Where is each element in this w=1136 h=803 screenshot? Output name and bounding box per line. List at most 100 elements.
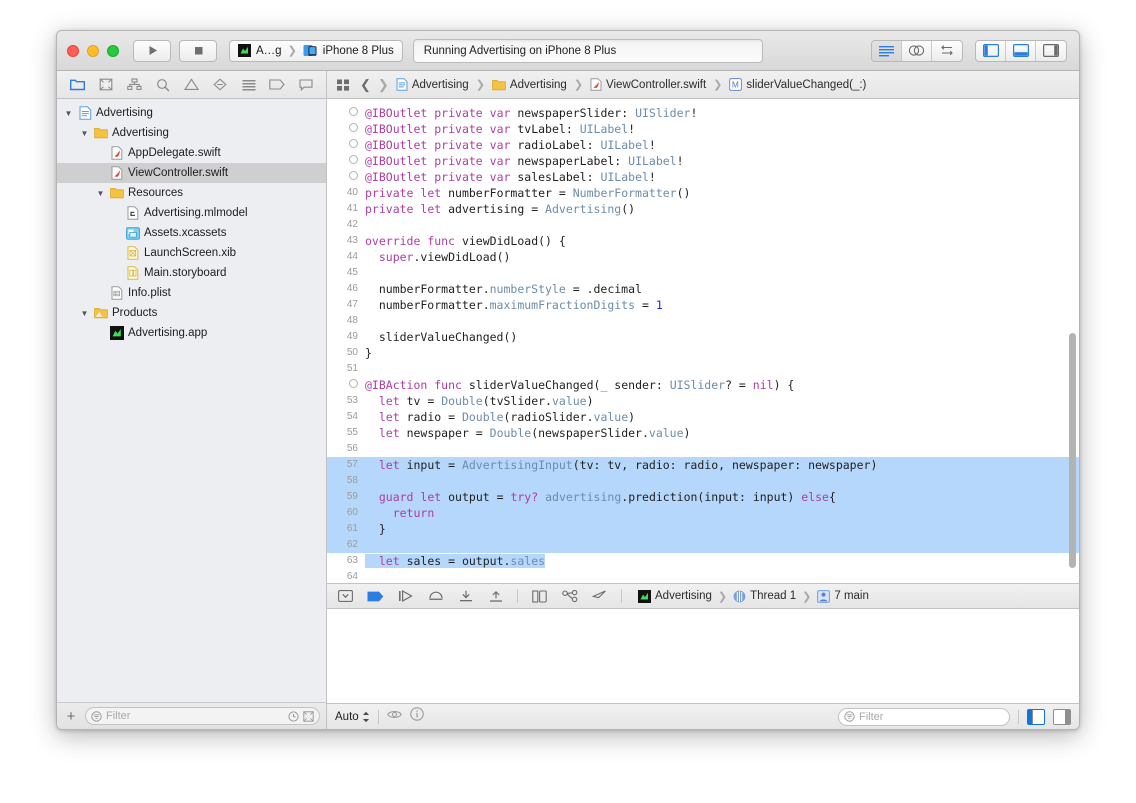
- breadcrumb-item-group[interactable]: Advertising: [492, 79, 567, 91]
- tree-item-info-plist[interactable]: ▼Info.plist: [57, 283, 326, 303]
- code-line[interactable]: @IBAction func sliderValueChanged(_ send…: [327, 377, 1079, 393]
- close-button[interactable]: [67, 44, 79, 57]
- code-line[interactable]: 42: [327, 217, 1079, 233]
- tree-item-advertising-app[interactable]: ▼Advertising.app: [57, 323, 326, 343]
- debug-crumb-process[interactable]: Advertising: [638, 589, 712, 603]
- breadcrumb-item-project[interactable]: Advertising: [396, 78, 469, 91]
- code-line[interactable]: 49 sliderValueChanged(): [327, 329, 1079, 345]
- tree-item-appdelegate-swift[interactable]: ▼AppDelegate.swift: [57, 143, 326, 163]
- toggle-utilities-button[interactable]: [1036, 41, 1066, 61]
- sidebar-item-issue-navigator[interactable]: [181, 76, 201, 94]
- code-line[interactable]: 59 guard let output = try? advertising.p…: [327, 489, 1079, 505]
- code-text: private let numberFormatter = NumberForm…: [365, 186, 691, 200]
- code-line[interactable]: 64: [327, 569, 1079, 583]
- editor-vertical-scrollbar[interactable]: [1069, 333, 1076, 568]
- sidebar-item-find-navigator[interactable]: [153, 76, 173, 94]
- clock-icon[interactable]: [288, 710, 299, 722]
- code-line[interactable]: 44 super.viewDidLoad(): [327, 249, 1079, 265]
- step-into-button[interactable]: [457, 588, 474, 604]
- breadcrumb-item-symbol[interactable]: M sliderValueChanged(_:): [729, 78, 866, 91]
- tree-item-advertising-mlmodel[interactable]: ▼Advertising.mlmodel: [57, 203, 326, 223]
- disclosure-triangle-open-icon[interactable]: ▼: [63, 109, 74, 118]
- code-line[interactable]: 62: [327, 537, 1079, 553]
- tree-item-advertising[interactable]: ▼ Advertising: [57, 103, 326, 123]
- sidebar-item-breakpoint-navigator[interactable]: [267, 76, 287, 94]
- sidebar-item-debug-navigator[interactable]: [239, 76, 259, 94]
- code-line[interactable]: 41 private let advertising = Advertising(…: [327, 201, 1079, 217]
- tree-item-viewcontroller-swift[interactable]: ▼ViewController.swift: [57, 163, 326, 183]
- scheme-selector[interactable]: A…g ❯ iPhone 8 Plus: [229, 39, 403, 62]
- code-line[interactable]: 53 let tv = Double(tvSlider.value): [327, 393, 1079, 409]
- run-button[interactable]: [133, 39, 171, 62]
- sidebar-item-project-navigator[interactable]: [67, 76, 87, 94]
- code-line[interactable]: 51: [327, 361, 1079, 377]
- disclosure-triangle-open-icon[interactable]: ▼: [79, 129, 90, 138]
- tree-item-advertising[interactable]: ▼ Advertising: [57, 123, 326, 143]
- breadcrumb-item-file[interactable]: ViewController.swift: [590, 78, 706, 91]
- tree-item-assets-xcassets[interactable]: ▼Assets.xcassets: [57, 223, 326, 243]
- chevron-left-icon[interactable]: ❮: [360, 77, 371, 93]
- code-line[interactable]: @IBOutlet private var salesLabel: UILabe…: [327, 169, 1079, 185]
- code-line[interactable]: 45: [327, 265, 1079, 281]
- toggle-console-view-button[interactable]: [1053, 708, 1071, 725]
- code-line[interactable]: @IBOutlet private var newspaperLabel: UI…: [327, 153, 1079, 169]
- debug-crumb-frame[interactable]: 7 main: [817, 589, 869, 603]
- code-line[interactable]: 60 return: [327, 505, 1079, 521]
- disclosure-triangle-open-icon[interactable]: ▼: [79, 309, 90, 318]
- code-line[interactable]: @IBOutlet private var radioLabel: UILabe…: [327, 137, 1079, 153]
- continue-button[interactable]: [397, 588, 414, 604]
- step-over-button[interactable]: [427, 588, 444, 604]
- code-line[interactable]: 47 numberFormatter.maximumFractionDigits…: [327, 297, 1079, 313]
- sidebar-item-test-navigator[interactable]: [210, 76, 230, 94]
- tree-item-resources[interactable]: ▼ Resources: [57, 183, 326, 203]
- code-line[interactable]: 50}: [327, 345, 1079, 361]
- stop-button[interactable]: [179, 39, 217, 62]
- debug-crumb-thread[interactable]: Thread 1: [733, 590, 796, 603]
- deactivate-breakpoints-button[interactable]: [367, 588, 384, 604]
- tree-item-launchscreen-xib[interactable]: ▼LaunchScreen.xib: [57, 243, 326, 263]
- navigator-filter-field[interactable]: Filter: [85, 707, 320, 725]
- simulate-location-button[interactable]: [591, 588, 608, 604]
- add-file-button[interactable]: +: [63, 709, 79, 724]
- source-code-editor[interactable]: @IBOutlet private var newspaperSlider: U…: [327, 99, 1079, 583]
- scope-popup[interactable]: Auto: [335, 711, 370, 723]
- sidebar-item-report-navigator[interactable]: [296, 76, 316, 94]
- version-editor-button[interactable]: [932, 41, 962, 61]
- code-line[interactable]: 48: [327, 313, 1079, 329]
- console-filter-field[interactable]: Filter: [838, 707, 1010, 726]
- toggle-variables-view-button[interactable]: [1027, 708, 1045, 725]
- code-line[interactable]: 43 override func viewDidLoad() {: [327, 233, 1079, 249]
- code-line[interactable]: 46 numberFormatter.numberStyle = .decima…: [327, 281, 1079, 297]
- code-line[interactable]: 58: [327, 473, 1079, 489]
- code-line[interactable]: 40 private let numberFormatter = NumberFo…: [327, 185, 1079, 201]
- assistant-editor-button[interactable]: [902, 40, 932, 61]
- code-line[interactable]: 55 let newspaper = Double(newspaperSlide…: [327, 425, 1079, 441]
- disclosure-triangle-open-icon[interactable]: ▼: [95, 189, 106, 198]
- code-line[interactable]: 57 let input = AdvertisingInput(tv: tv, …: [327, 457, 1079, 473]
- code-line[interactable]: 54 let radio = Double(radioSlider.value): [327, 409, 1079, 425]
- info-button[interactable]: [409, 707, 424, 726]
- code-line[interactable]: 56: [327, 441, 1079, 457]
- toggle-debug-area-button[interactable]: [1006, 40, 1036, 61]
- source-control-icon[interactable]: [303, 710, 314, 722]
- toggle-navigator-button[interactable]: [976, 40, 1006, 61]
- memory-graph-button[interactable]: [561, 588, 578, 604]
- console-output-area[interactable]: [327, 609, 1079, 703]
- code-line[interactable]: 61 }: [327, 521, 1079, 537]
- hide-debug-area-button[interactable]: [337, 588, 354, 604]
- debug-view-hierarchy-button[interactable]: [531, 588, 548, 604]
- tree-item-main-storyboard[interactable]: ▼Main.storyboard: [57, 263, 326, 283]
- show-preview-button[interactable]: [386, 708, 402, 726]
- chevron-right-icon[interactable]: ❯: [378, 77, 389, 93]
- sidebar-item-symbol-navigator[interactable]: [124, 76, 144, 94]
- standard-editor-button[interactable]: [872, 40, 902, 61]
- sidebar-item-source-control-navigator[interactable]: [96, 76, 116, 94]
- related-items-icon[interactable]: [333, 76, 353, 94]
- tree-item-products[interactable]: ▼ Products: [57, 303, 326, 323]
- zoom-button[interactable]: [107, 44, 119, 57]
- step-out-button[interactable]: [487, 588, 504, 604]
- code-line[interactable]: 63 let sales = output.sales: [327, 553, 1079, 569]
- code-line[interactable]: @IBOutlet private var tvLabel: UILabel!: [327, 121, 1079, 137]
- minimize-button[interactable]: [87, 44, 99, 57]
- code-line[interactable]: @IBOutlet private var newspaperSlider: U…: [327, 105, 1079, 121]
